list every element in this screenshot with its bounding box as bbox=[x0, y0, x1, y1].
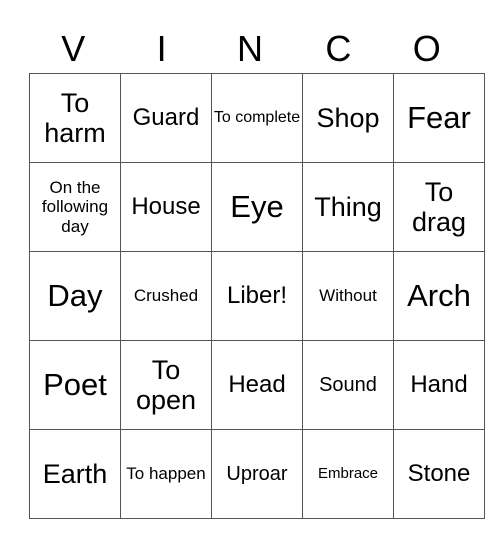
header-letter-o: O bbox=[412, 28, 441, 69]
bingo-card: To harm Guard To complete Shop Fear On t… bbox=[29, 73, 485, 519]
header-letter-i: I bbox=[156, 28, 167, 69]
card-row: Poet To open Head Sound Hand bbox=[29, 340, 485, 430]
bingo-cell[interactable]: To open bbox=[120, 340, 212, 430]
bingo-cell[interactable]: Arch bbox=[393, 251, 485, 341]
bingo-cell[interactable]: To complete bbox=[211, 73, 303, 163]
bingo-cell[interactable]: Crushed bbox=[120, 251, 212, 341]
bingo-cell[interactable]: Uproar bbox=[211, 429, 303, 519]
bingo-cell[interactable]: Without bbox=[302, 251, 394, 341]
bingo-cell[interactable]: House bbox=[120, 162, 212, 252]
bingo-cell[interactable]: Head bbox=[211, 340, 303, 430]
header-letter-n: N bbox=[236, 28, 263, 69]
bingo-cell[interactable]: Embrace bbox=[302, 429, 394, 519]
card-row: On the following day House Eye Thing To … bbox=[29, 162, 485, 252]
bingo-header: V I N C O bbox=[29, 26, 471, 72]
header-letter-c: C bbox=[325, 28, 352, 69]
bingo-cell[interactable]: Hand bbox=[393, 340, 485, 430]
bingo-cell[interactable]: Fear bbox=[393, 73, 485, 163]
card-row: To harm Guard To complete Shop Fear bbox=[29, 73, 485, 163]
bingo-cell[interactable]: Sound bbox=[302, 340, 394, 430]
bingo-cell[interactable]: Day bbox=[29, 251, 121, 341]
header-letter-v: V bbox=[61, 28, 86, 69]
card-row: Earth To happen Uproar Embrace Stone bbox=[29, 429, 485, 519]
card-row: Day Crushed Liber! Without Arch bbox=[29, 251, 485, 341]
bingo-cell[interactable]: Liber! bbox=[211, 251, 303, 341]
bingo-cell[interactable]: Stone bbox=[393, 429, 485, 519]
bingo-cell[interactable]: Shop bbox=[302, 73, 394, 163]
bingo-cell[interactable]: Thing bbox=[302, 162, 394, 252]
bingo-cell[interactable]: Poet bbox=[29, 340, 121, 430]
bingo-cell[interactable]: To harm bbox=[29, 73, 121, 163]
bingo-cell[interactable]: Eye bbox=[211, 162, 303, 252]
bingo-cell[interactable]: To happen bbox=[120, 429, 212, 519]
bingo-cell[interactable]: Earth bbox=[29, 429, 121, 519]
bingo-cell[interactable]: Guard bbox=[120, 73, 212, 163]
bingo-cell[interactable]: On the following day bbox=[29, 162, 121, 252]
bingo-cell[interactable]: To drag bbox=[393, 162, 485, 252]
